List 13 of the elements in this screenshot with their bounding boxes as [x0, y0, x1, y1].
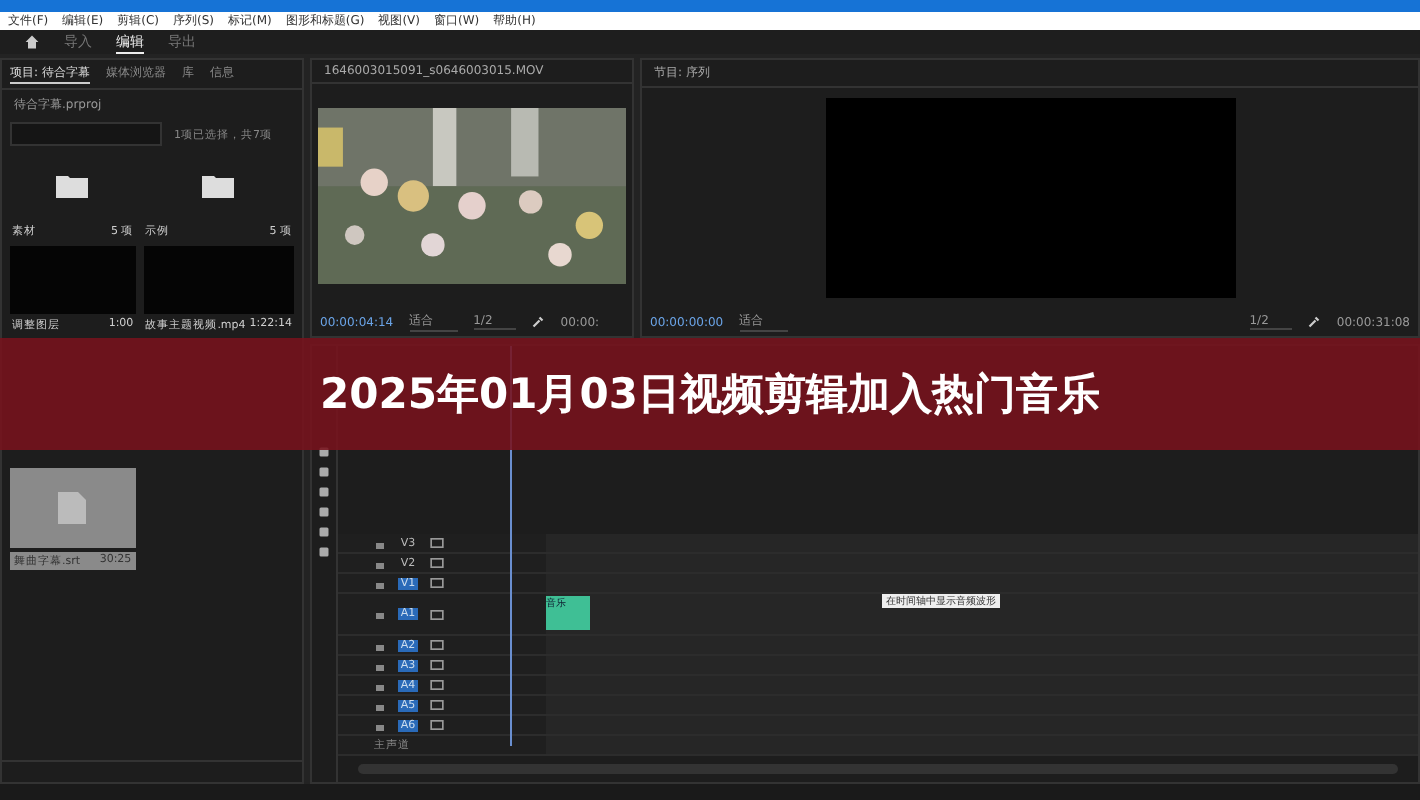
folder-icon[interactable]: [202, 174, 235, 199]
home-icon[interactable]: [24, 34, 40, 51]
wrench-icon[interactable]: [532, 316, 545, 329]
title-banner: 2025年01月03日视频剪辑加入热门音乐: [0, 338, 1420, 451]
folder-icon[interactable]: [56, 174, 89, 199]
lock-icon[interactable]: [374, 608, 386, 621]
wrench-icon[interactable]: [1308, 316, 1321, 329]
clip-thumbnail[interactable]: [10, 246, 136, 315]
track-toggle-icon[interactable]: [430, 609, 444, 620]
search-field[interactable]: [10, 122, 162, 147]
document-icon: [58, 492, 87, 525]
clip-thumbnail[interactable]: [143, 246, 294, 315]
file-thumbnail[interactable]: [10, 468, 136, 549]
